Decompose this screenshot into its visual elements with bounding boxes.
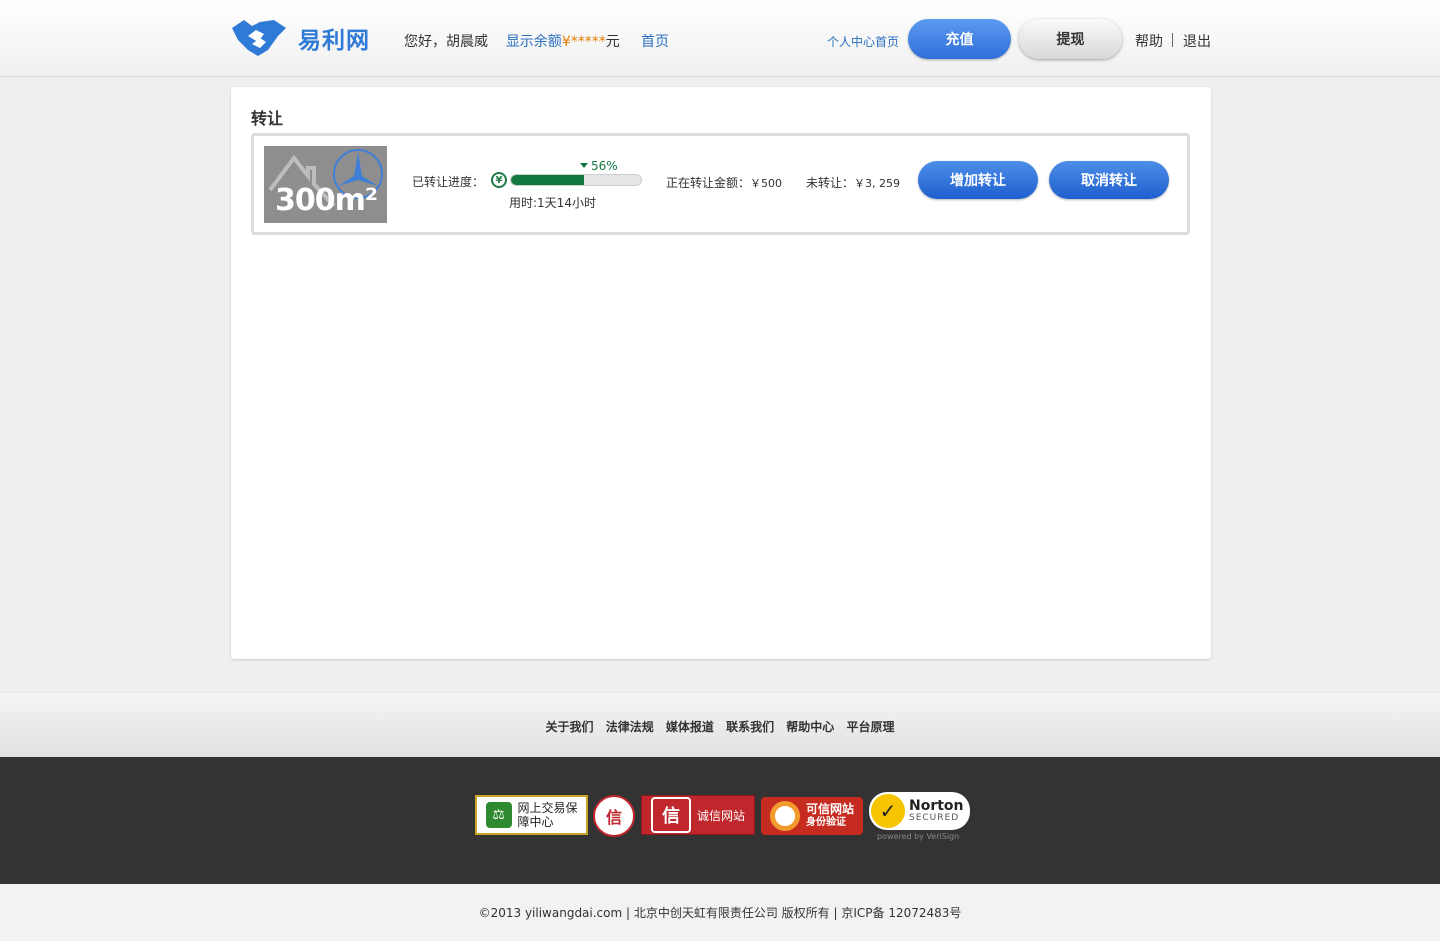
main-panel: 转让 300m² 已转让进度： ¥ 56% 用时:1天14小时 正在转让金额：￥… <box>231 87 1211 659</box>
footer-link-help[interactable]: 帮助中心 <box>786 720 834 734</box>
norton-badge[interactable]: ✓ Norton SECURED powered by VeriSign <box>869 791 970 841</box>
help-link[interactable]: 帮助 <box>1135 31 1163 51</box>
yen-icon: ¥ <box>491 172 507 188</box>
currency-symbol: ¥ <box>561 34 571 50</box>
site-logo[interactable]: 易利网 <box>230 15 380 61</box>
cancel-transfer-button[interactable]: 取消转让 <box>1049 161 1169 199</box>
withdraw-button[interactable]: 提现 <box>1019 19 1122 59</box>
norton-powered: powered by VeriSign <box>877 831 960 841</box>
area-label: 300m² <box>275 183 378 218</box>
copyright-text: ©2013 yiliwangdai.com | 北京中创天虹有限责任公司 版权所… <box>478 906 962 920</box>
product-thumbnail[interactable]: 300m² <box>264 146 387 223</box>
footer-link-contact[interactable]: 联系我们 <box>726 720 774 734</box>
logo-text: 易利网 <box>298 28 370 54</box>
logout-link[interactable]: 退出 <box>1183 31 1211 51</box>
norton-sub: SECURED <box>909 812 960 823</box>
itrust-badge[interactable]: 信 <box>593 795 635 837</box>
handshake-icon <box>232 20 286 56</box>
home-link[interactable]: 首页 <box>641 31 669 51</box>
footer-nav: 关于我们 法律法规 媒体报道 联系我们 帮助中心 平台原理 <box>0 692 1440 757</box>
trust-badge-bar: ⚖ 网上交易保障中心 信 信 诚信网站 可信网站 身份验证 ✓ Norton S… <box>0 757 1440 884</box>
credibility-site-badge[interactable]: 信 诚信网站 <box>641 795 755 835</box>
kx-label: 可信网站 <box>805 802 854 816</box>
time-used: 用时:1天14小时 <box>509 196 596 210</box>
page-title: 转让 <box>251 109 284 128</box>
transferring-label: 正在转让金额： <box>666 176 751 190</box>
footer-links: 关于我们 法律法规 媒体报道 联系我们 帮助中心 平台原理 <box>0 718 1440 735</box>
copyright-bar: ©2013 yiliwangdai.com | 北京中创天虹有限责任公司 版权所… <box>0 884 1440 941</box>
personal-center-link[interactable]: 个人中心首页 <box>827 33 899 50</box>
norton-title: Norton <box>909 797 964 814</box>
show-balance-link[interactable]: 显示余额 <box>506 34 562 50</box>
progress-percent-text: 56% <box>591 159 618 173</box>
footer-link-principle[interactable]: 平台原理 <box>847 720 895 734</box>
kx-sub: 身份验证 <box>805 817 846 828</box>
header-divider <box>1172 33 1173 47</box>
greeting-text: 您好，胡晨威 <box>404 34 488 50</box>
progress-bar-fill <box>511 175 584 185</box>
not-transferred-label: 未转让： <box>806 176 855 190</box>
trusted-site-badge[interactable]: 可信网站 身份验证 <box>761 797 863 835</box>
not-transferred-amount: 未转让：￥3, 259 <box>806 174 900 191</box>
progress-percent: 56% <box>580 159 618 173</box>
progress-bar <box>510 174 642 186</box>
norton-seal: ✓ Norton SECURED <box>869 791 970 830</box>
scales-icon: ⚖ <box>485 802 512 828</box>
top-header: 易利网 您好，胡晨威 显示余额¥*****元 首页 个人中心首页 充值 提现 帮… <box>0 0 1440 77</box>
progress-label: 已转让进度： <box>412 175 485 189</box>
checkmark-icon: ✓ <box>871 793 905 828</box>
not-transferred-value: ￥3, 259 <box>854 177 901 190</box>
transfer-item-card: 300m² 已转让进度： ¥ 56% 用时:1天14小时 正在转让金额：￥500… <box>251 133 1190 235</box>
footer-link-media[interactable]: 媒体报道 <box>666 720 714 734</box>
footer-link-about[interactable]: 关于我们 <box>545 720 593 734</box>
caret-down-icon <box>580 163 588 168</box>
transferring-value: ￥500 <box>750 177 783 190</box>
norton-text: Norton SECURED <box>909 799 964 823</box>
add-transfer-button[interactable]: 增加转让 <box>918 161 1038 199</box>
balance-unit: 元 <box>605 34 620 50</box>
balance-mask: ***** <box>570 34 606 50</box>
trade-center-label: 网上交易保障中心 <box>517 801 578 829</box>
transferring-amount: 正在转让金额：￥500 <box>666 174 782 191</box>
user-greeting: 您好，胡晨威 显示余额¥*****元 <box>404 31 620 51</box>
itrust-char: 信 <box>605 808 622 827</box>
recharge-button[interactable]: 充值 <box>908 19 1011 59</box>
cx-char: 信 <box>650 797 691 833</box>
cx-label: 诚信网站 <box>696 808 745 823</box>
trusted-ring-icon <box>769 801 800 831</box>
trusted-text: 可信网站 身份验证 <box>806 803 854 829</box>
footer-link-law[interactable]: 法律法规 <box>606 720 654 734</box>
trade-security-badge[interactable]: ⚖ 网上交易保障中心 <box>475 795 588 835</box>
